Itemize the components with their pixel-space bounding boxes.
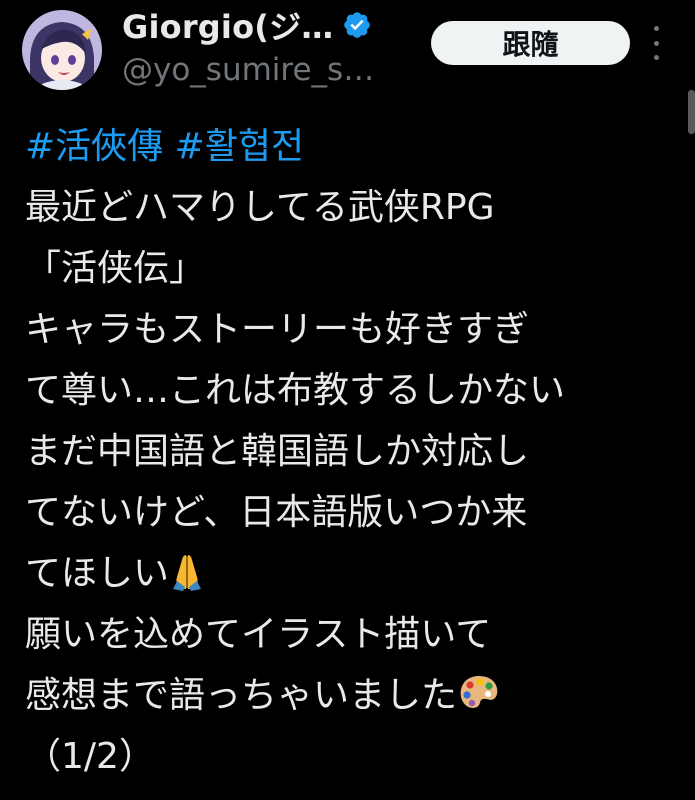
tweet-text: #活俠傳 #활협전 最近どハマりしてる武侠RPG 「活侠伝」 キャラもストーリー… (25, 116, 685, 787)
more-dot (653, 26, 659, 31)
anime-girl-avatar-icon (22, 10, 102, 90)
tweet-line: 最近どハマりしてる武侠RPG (25, 187, 495, 228)
display-name-row: Giorgio(ジ… (122, 2, 372, 48)
more-dot (653, 40, 659, 46)
tweet-line: まだ中国語と韓国語しか対応し (25, 431, 530, 472)
more-dot (653, 55, 659, 60)
hashtag-link[interactable]: #활협전 (175, 126, 305, 167)
display-name[interactable]: Giorgio(ジ… (122, 2, 334, 48)
more-vertical-icon[interactable] (649, 26, 663, 60)
tweet-line: てないけど、日本語版いつか来 (25, 492, 528, 533)
tweet-line-text: 感想まで語っちゃいました (25, 675, 458, 716)
tweet-line-text: てほしい (25, 553, 170, 594)
hashtag-link[interactable]: #活俠傳 (25, 126, 163, 167)
tweet-line-with-emoji: てほしい (25, 543, 685, 604)
follow-button[interactable]: 跟隨 (431, 21, 630, 65)
hashtag-line: #活俠傳 #활협전 (25, 116, 685, 177)
folded-hands-emoji-icon (169, 549, 205, 610)
scrollbar-thumb[interactable] (688, 90, 695, 134)
tweet-line: 「活侠伝」 (25, 248, 206, 289)
tweet-line: 願いを込めてイラスト描いて (25, 614, 492, 655)
tweet-header: Giorgio(ジ… @yo_sumire_s… 跟隨 (0, 0, 695, 110)
verified-badge-icon[interactable] (342, 10, 372, 40)
user-handle[interactable]: @yo_sumire_s… (122, 52, 374, 88)
tweet-line: キャラもストーリーも好きすぎ (25, 309, 530, 350)
tweet-line-with-emoji: 感想まで語っちゃいました (25, 665, 685, 726)
artist-palette-emoji-icon (457, 671, 501, 732)
tweet-line: て尊い…これは布教するしかない (25, 370, 566, 411)
avatar[interactable] (22, 10, 102, 90)
tweet-line: （1/2） (25, 736, 155, 777)
